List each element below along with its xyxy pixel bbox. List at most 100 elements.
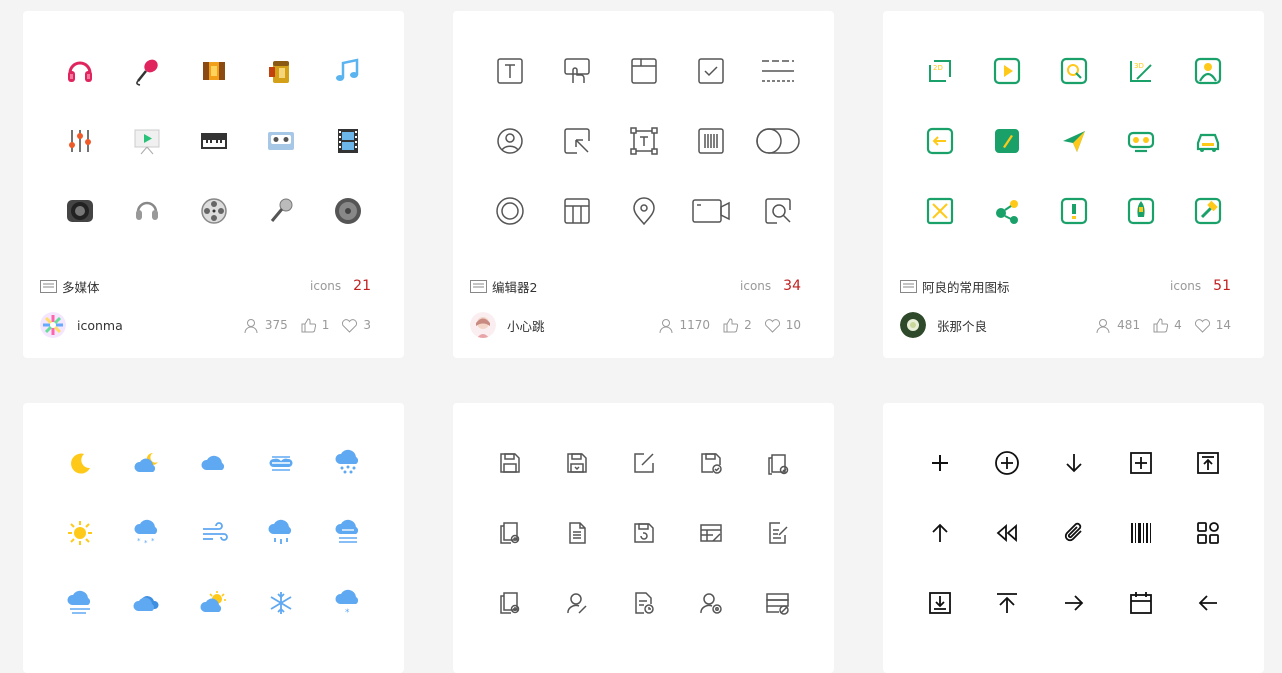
favorites-stat[interactable]: 3 (341, 317, 371, 334)
download-icon (928, 592, 951, 614)
text-frame-icon (629, 127, 658, 155)
share-icon (995, 200, 1018, 224)
arrow-up-icon (931, 523, 948, 542)
author-row: 张那个良 481 4 14 (900, 311, 1231, 339)
author-row: iconma 375 1 3 (40, 311, 371, 339)
heart-icon (1194, 318, 1210, 333)
cloud-icon (200, 455, 224, 470)
plus-icon (931, 455, 948, 471)
film-canister-icon (268, 61, 289, 83)
search-frame-icon (1060, 57, 1087, 85)
icon-set-card[interactable]: 2D 3D 阿良的常用图标 icons 51 张那个良 481 4 14 (883, 11, 1264, 358)
icon-set-card[interactable]: 编辑器2 icons 34 小心跳 1170 2 10 (453, 11, 834, 358)
headphones-icon (67, 61, 92, 82)
sun-cloud-icon (199, 591, 226, 612)
users-count: 1170 (679, 318, 711, 332)
apps-grid-icon (1196, 522, 1219, 544)
exit-icon (926, 127, 953, 155)
icons-label: icons (1170, 279, 1202, 293)
doc-copy-add-icon (499, 592, 519, 614)
film-roll-icon (202, 62, 225, 80)
avatar[interactable] (470, 312, 496, 338)
likes-stat[interactable]: 2 (722, 317, 752, 334)
author-name[interactable]: 小心跳 (507, 316, 545, 335)
table-edit-icon (699, 524, 722, 542)
plus-circle-icon (994, 451, 1019, 475)
favorites-stat[interactable]: 14 (1194, 317, 1231, 334)
user-icon (244, 318, 258, 333)
icon-set-name[interactable]: 多媒体 (62, 277, 100, 296)
icons-label: icons (740, 279, 772, 293)
toggle-icon (755, 128, 800, 154)
set-title-row: 编辑器2 icons 34 (470, 276, 801, 296)
barcode-icon (697, 128, 724, 154)
piano-keyboard-icon (200, 133, 227, 149)
edit-icon (633, 453, 654, 473)
cloud-snowflake-icon: * (334, 589, 358, 618)
author-name[interactable]: 张那个良 (937, 316, 987, 335)
dashed-lines-icon (761, 60, 794, 82)
sun-icon (67, 521, 92, 545)
icon-set-card[interactable] (883, 403, 1264, 673)
cloud-drizzle-icon (267, 519, 291, 544)
upload-icon (1196, 452, 1219, 474)
icon-set-icon (40, 279, 57, 293)
checkbox-icon (697, 58, 724, 84)
likes-count: 4 (1174, 318, 1182, 332)
video-camera-icon (691, 199, 730, 223)
mixer-sliders-icon (68, 130, 91, 152)
author-name[interactable]: iconma (77, 318, 123, 333)
play-video-icon (993, 57, 1020, 85)
likes-count: 1 (321, 318, 330, 332)
user-icon (659, 318, 673, 333)
cloud-rain-icon (334, 449, 358, 474)
favorites-count: 3 (363, 318, 371, 332)
zoom-frame-icon (764, 198, 791, 224)
doc-copy-icon (767, 454, 788, 475)
handheld-microphone-icon (270, 198, 292, 222)
fog-icon (66, 590, 90, 614)
svg-text:3D: 3D (1134, 62, 1144, 70)
users-stat: 1170 (658, 317, 711, 334)
view-2d-icon: 2D (928, 60, 951, 82)
icon-preview-grid: * * * * (46, 428, 381, 638)
icon-set-name[interactable]: 阿良的常用图标 (922, 277, 1010, 296)
likes-stat[interactable]: 1 (300, 317, 330, 334)
headset-icon (135, 201, 158, 220)
user-circle-icon (496, 128, 523, 154)
microphone-icon (135, 59, 158, 86)
wind-icon (202, 522, 228, 541)
paper-plane-icon (1062, 131, 1085, 152)
cloud-moon-icon (133, 452, 158, 472)
music-note-icon (335, 58, 358, 81)
icon-set-card[interactable] (453, 403, 834, 673)
icon-set-card[interactable]: * * * * (23, 403, 404, 673)
user-edit-icon (566, 593, 587, 614)
cloud-snow-icon: * * * (133, 519, 157, 547)
avatar[interactable] (40, 312, 66, 338)
moon-icon (70, 453, 90, 474)
icon-set-card[interactable]: 多媒体 icons 21 iconma 375 1 3 (23, 11, 404, 358)
fullscreen-icon (926, 197, 953, 225)
upload-top-icon (996, 593, 1017, 613)
window-icon (630, 58, 657, 84)
snowflake-icon (270, 592, 291, 614)
icon-count: 51 (1213, 278, 1231, 294)
icon-preview-grid: 2D 3D (906, 36, 1241, 246)
icon-set-name[interactable]: 编辑器2 (492, 277, 537, 296)
text-box-icon (496, 58, 523, 84)
hammer-icon (1194, 197, 1221, 225)
heart-icon (342, 318, 358, 333)
speaker-icon (66, 200, 93, 222)
set-title-row: 阿良的常用图标 icons 51 (900, 276, 1231, 296)
users-count: 375 (264, 318, 288, 332)
svg-text:2D: 2D (933, 64, 943, 72)
cloud-fog-icon (268, 456, 293, 471)
favorites-stat[interactable]: 10 (764, 317, 801, 334)
cloud-haze-icon (334, 519, 358, 543)
heart-icon (764, 318, 780, 333)
likes-stat[interactable]: 4 (1152, 317, 1182, 334)
icon-preview-grid (906, 428, 1241, 638)
avatar[interactable] (900, 312, 926, 338)
calendar-icon (1129, 592, 1152, 614)
